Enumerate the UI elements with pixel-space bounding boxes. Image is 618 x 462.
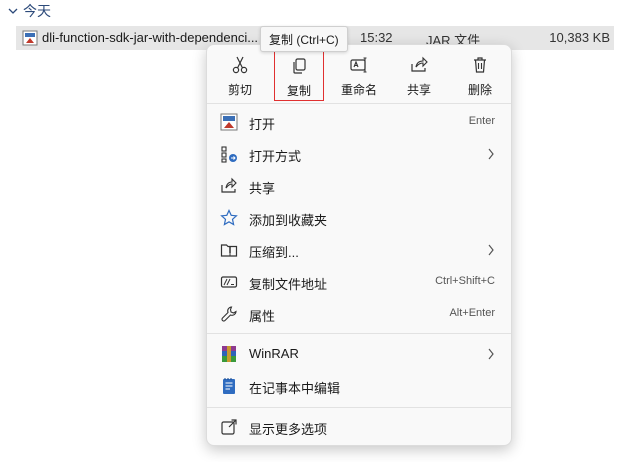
tooltip-text: 复制 (Ctrl+C) [269,32,339,47]
menu-item-winrar[interactable]: WinRAR [207,339,511,369]
menu-divider [207,407,511,408]
menu-item-shortcut: Enter [468,115,495,127]
jar-file-icon [220,113,238,131]
menu-item-shortcut: Alt+Enter [449,307,495,319]
group-header-today[interactable]: 今天 [8,2,51,20]
context-menu: 剪切 复制 重命名 共享 删除 打开 Enter 打开方式 共享 添加到收藏夹 … [206,44,512,446]
star-icon [220,209,238,226]
menu-divider [207,103,511,104]
rename-icon [350,57,367,73]
copy-label: 复制 [286,84,311,98]
menu-divider [207,333,511,334]
menu-item-open[interactable]: 打开 Enter [207,107,511,137]
menu-item-label: 添加到收藏夹 [249,213,328,228]
menu-item-label: 打开方式 [249,149,302,164]
menu-item-show-more-options[interactable]: 显示更多选项 [207,412,511,442]
share-icon [221,177,237,193]
copy-path-icon [220,276,238,288]
more-options-icon [221,419,237,435]
menu-item-properties[interactable]: 属性 Alt+Enter [207,299,511,329]
menu-item-open-with[interactable]: 打开方式 [207,139,511,169]
delete-button[interactable]: 删除 [455,51,505,101]
jar-file-icon [22,30,38,46]
rename-button[interactable]: 重命名 [334,51,384,101]
menu-item-label: 打开 [249,117,276,132]
cut-button[interactable]: 剪切 [215,51,265,101]
copy-tooltip: 复制 (Ctrl+C) [260,26,348,52]
file-size: 10,383 KB [549,30,610,45]
share-label: 共享 [406,83,431,97]
menu-item-compress-to[interactable]: 压缩到... [207,235,511,265]
share-button[interactable]: 共享 [394,51,444,101]
menu-item-edit-in-notepad[interactable]: 在记事本中编辑 [207,371,511,401]
copy-icon [293,58,306,74]
menu-item-copy-path[interactable]: 复制文件地址 Ctrl+Shift+C [207,267,511,297]
menu-item-label: 在记事本中编辑 [249,381,341,396]
group-header-label: 今天 [23,3,51,19]
zip-folder-icon [220,244,238,257]
menu-item-label: 共享 [249,181,276,196]
menu-item-shortcut: Ctrl+Shift+C [435,275,495,287]
open-with-icon [221,146,237,163]
notepad-icon [223,378,235,394]
copy-button[interactable]: 复制 [274,51,324,101]
menu-item-label: 复制文件地址 [249,277,328,292]
chevron-right-icon [488,348,494,360]
file-date: 15:32 [360,30,393,45]
file-name: dli-function-sdk-jar-with-dependenci... [42,30,259,45]
menu-item-add-to-favorites[interactable]: 添加到收藏夹 [207,203,511,233]
chevron-down-icon [8,8,18,14]
winrar-icon [222,346,236,362]
menu-item-label: 压缩到... [249,245,299,260]
chevron-right-icon [488,148,494,160]
chevron-right-icon [488,244,494,256]
trash-icon [474,57,486,73]
menu-item-share[interactable]: 共享 [207,171,511,201]
action-bar: 剪切 复制 重命名 共享 删除 [207,45,511,103]
menu-item-label: WinRAR [249,346,299,361]
scissors-icon [232,56,248,74]
delete-label: 删除 [467,83,492,97]
rename-label: 重命名 [340,83,377,97]
cut-label: 剪切 [227,83,252,97]
share-icon [411,56,428,72]
wrench-icon [221,306,237,322]
menu-item-label: 显示更多选项 [249,422,328,437]
menu-item-label: 属性 [249,309,276,324]
